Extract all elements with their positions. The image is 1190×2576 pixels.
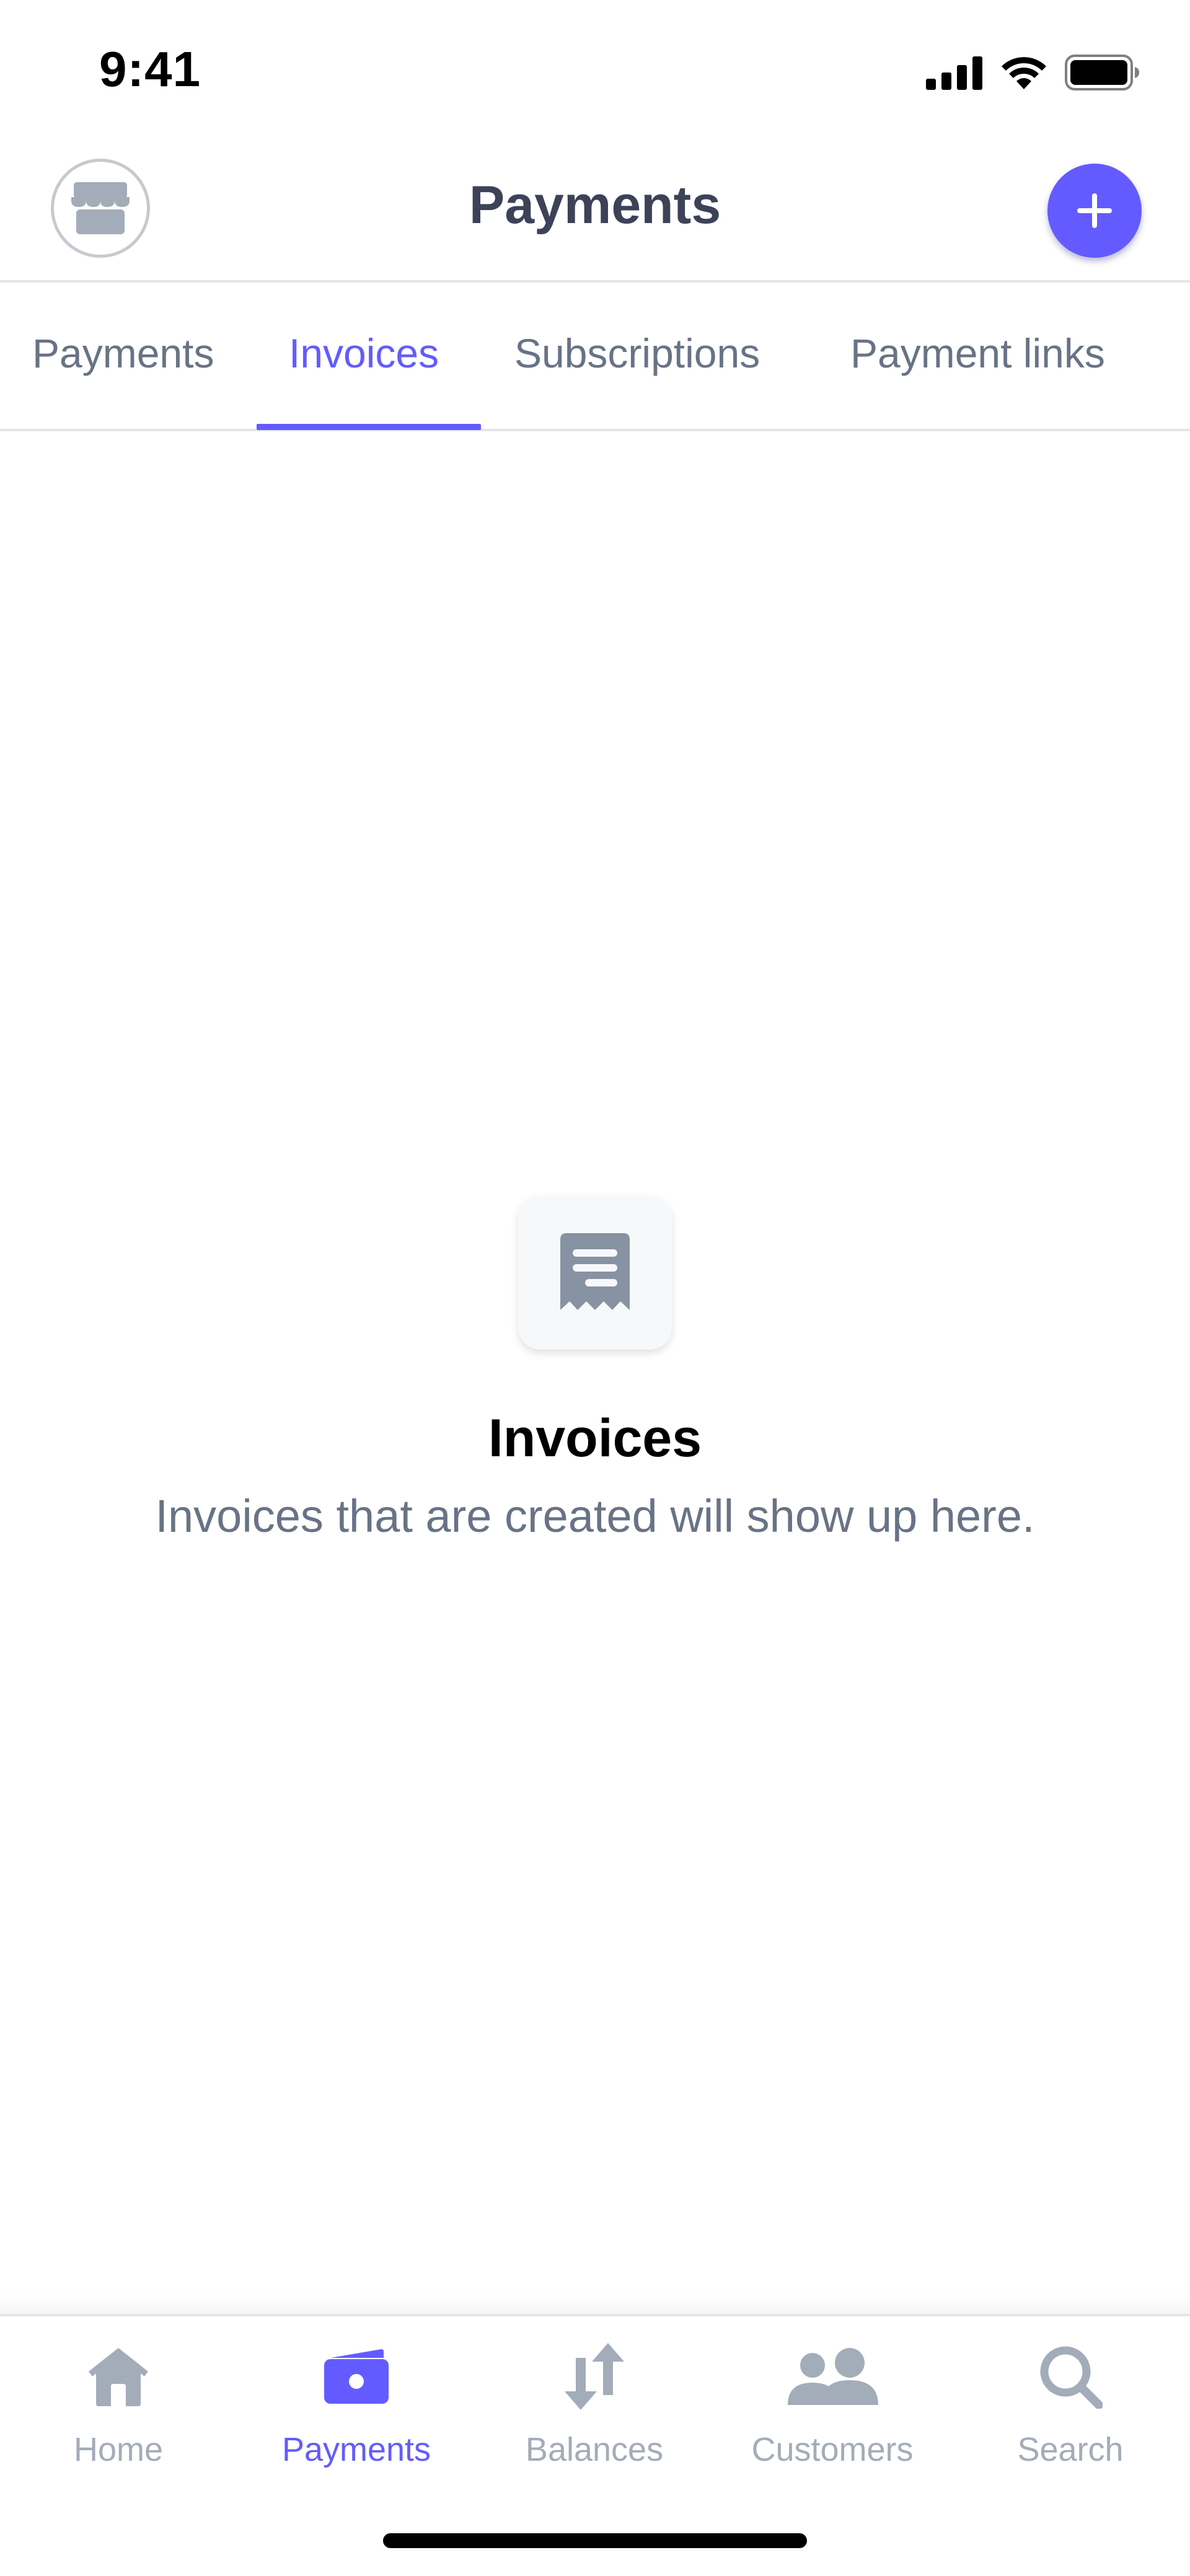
status-icons	[926, 55, 1140, 90]
nav-item-customers[interactable]: Customers	[730, 2336, 935, 2469]
status-time: 9:41	[99, 42, 201, 97]
receipt-icon	[560, 1233, 630, 1310]
bottom-nav-shadow	[0, 2293, 1190, 2315]
battery-icon	[1065, 55, 1139, 90]
nav-label: Search	[1017, 2431, 1124, 2468]
tab-invoices[interactable]: Invoices	[289, 330, 439, 377]
home-indicator[interactable]	[383, 2533, 807, 2548]
wifi-icon	[1002, 57, 1046, 89]
nav-item-home[interactable]: Home	[16, 2336, 221, 2469]
home-icon	[89, 2348, 148, 2406]
search-icon	[1040, 2346, 1103, 2409]
nav-label: Home	[73, 2431, 164, 2468]
nav-item-payments[interactable]: Payments	[254, 2336, 459, 2469]
nav-label: Payments	[281, 2431, 431, 2468]
plus-icon	[1077, 193, 1112, 228]
empty-state-title: Invoices	[488, 1409, 702, 1468]
tabs-divider	[0, 429, 1190, 431]
page-title: Payments	[469, 175, 721, 235]
nav-label: Balances	[525, 2431, 664, 2468]
tab-subscriptions[interactable]: Subscriptions	[514, 330, 760, 377]
transfer-arrows-icon	[565, 2343, 624, 2410]
wallet-icon	[324, 2349, 389, 2404]
customers-icon	[788, 2348, 878, 2405]
cellular-signal-icon	[926, 56, 982, 90]
empty-state-description: Invoices that are created will show up h…	[155, 1490, 1035, 1542]
empty-state-icon-container	[518, 1196, 672, 1350]
nav-item-search[interactable]: Search	[968, 2336, 1173, 2469]
tab-payments[interactable]: Payments	[32, 330, 214, 377]
add-button[interactable]	[1047, 164, 1142, 258]
bottom-nav-divider	[0, 2314, 1190, 2316]
header-divider	[0, 280, 1190, 283]
active-tab-indicator	[257, 424, 481, 430]
nav-label: Customers	[751, 2431, 914, 2468]
tab-payment-links[interactable]: Payment links	[850, 330, 1105, 377]
nav-item-balances[interactable]: Balances	[492, 2336, 697, 2469]
